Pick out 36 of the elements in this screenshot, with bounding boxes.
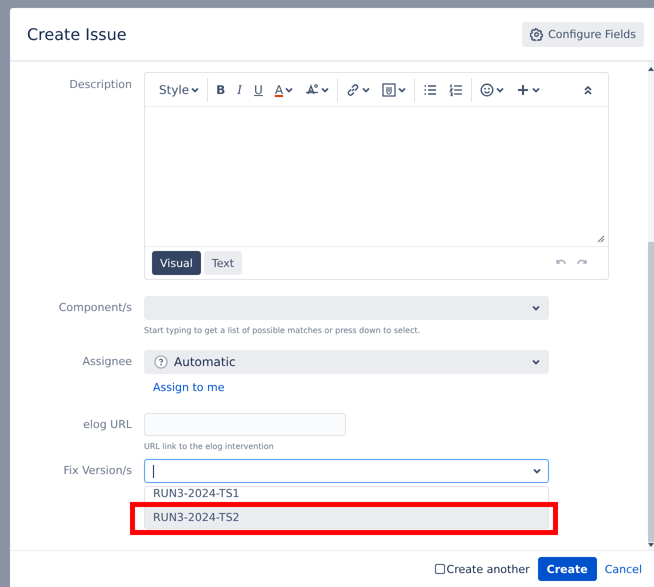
caret-icon	[285, 86, 294, 94]
caret-icon	[191, 86, 200, 94]
assignee-value: Automatic	[174, 355, 236, 369]
assignee-select[interactable]: Automatic	[144, 350, 549, 374]
chevron-down-icon	[531, 303, 541, 313]
field-label: Component/s	[58, 300, 133, 314]
elog-url-field[interactable]	[144, 413, 346, 436]
create-button[interactable]: Create	[538, 557, 597, 581]
text-color-button[interactable]: A	[268, 82, 300, 96]
field-hint: Start typing to get a list of possible matches or press down to select.	[144, 326, 422, 335]
cancel-link[interactable]: Cancel	[604, 562, 642, 576]
dropdown-option[interactable]: RUN3-2024-TS1	[145, 487, 548, 501]
chevron-down-icon	[532, 466, 542, 476]
assign-to-me-link[interactable]: Assign to me	[153, 381, 549, 394]
mode-tab[interactable]: Text	[204, 251, 242, 275]
dropdown-option[interactable]: RUN3-2024-TS2	[145, 507, 548, 528]
style-dropdown[interactable]: Style	[153, 82, 206, 96]
field-label: Description	[68, 77, 133, 91]
underline-button[interactable]: U	[248, 82, 269, 96]
mode-tab[interactable]: Visual	[152, 251, 201, 275]
scroll-up-icon[interactable]	[648, 66, 654, 72]
italic-button[interactable]: I	[231, 82, 248, 96]
dialog-title: Create Issue	[27, 24, 128, 44]
field-label: Assignee	[81, 354, 133, 368]
resize-grip-icon	[597, 235, 605, 243]
gear-icon	[530, 28, 544, 40]
fix-version-field[interactable]	[144, 459, 549, 483]
field-label: elog URL	[82, 417, 133, 431]
help-circle-icon	[154, 355, 168, 369]
scrollbar[interactable]	[648, 62, 654, 550]
field-hint: URL link to the elog intervention	[144, 442, 275, 451]
field-label: Fix Version/s	[62, 463, 133, 477]
bold-button[interactable]: B	[210, 82, 232, 96]
chevron-down-icon	[531, 357, 541, 367]
configure-fields-button[interactable]: Configure Fields	[522, 22, 644, 46]
create-another-checkbox[interactable]: Create another	[434, 562, 530, 576]
